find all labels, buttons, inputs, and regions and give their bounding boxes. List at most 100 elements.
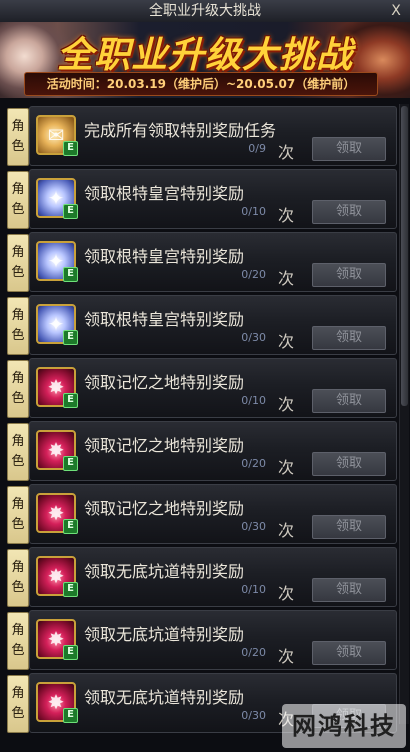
crystal-icon[interactable]: ✸ E	[36, 619, 78, 660]
grade-badge: E	[63, 582, 78, 597]
role-tag-char: 色	[11, 391, 25, 406]
role-tag: 角 色	[7, 675, 29, 733]
claim-button[interactable]: 领取	[312, 641, 386, 665]
role-tag-char: 角	[11, 119, 25, 134]
task-unit: 次	[278, 143, 295, 162]
task-unit: 次	[278, 206, 295, 225]
task-unit: 次	[278, 647, 295, 666]
claim-button[interactable]: 领取	[312, 326, 386, 350]
role-tag-char: 色	[11, 454, 25, 469]
crystal-icon[interactable]: ✸ E	[36, 682, 78, 723]
role-tag-char: 色	[11, 265, 25, 280]
grade-badge: E	[63, 519, 78, 534]
role-tag-char: 角	[11, 497, 25, 512]
task-row: 角 色 ✉ E 完成所有领取特别奖励任务 0/9 次 领取	[3, 104, 397, 166]
role-tag: 角 色	[7, 234, 29, 292]
claim-button[interactable]: 领取	[312, 515, 386, 539]
event-banner: 全职业升级大挑战 活动时间：20.03.19（维护后）~20.05.07（维护前…	[0, 22, 410, 98]
role-tag: 角 色	[7, 486, 29, 544]
scrollbar[interactable]	[399, 104, 409, 724]
role-tag: 角 色	[7, 423, 29, 481]
claim-button[interactable]: 领取	[312, 389, 386, 413]
task-progress: 0/10	[241, 394, 266, 407]
grade-badge: E	[63, 330, 78, 345]
task-unit: 次	[278, 458, 295, 477]
task-panel: ✦ E 领取根特皇宫特别奖励 0/10 次 领取	[29, 169, 397, 229]
task-name: 领取无底坑道特别奖励	[84, 562, 245, 581]
task-row: 角 色 ✦ E 领取根特皇宫特别奖励 0/10 次 领取	[3, 167, 397, 229]
task-row: 角 色 ✸ E 领取记忆之地特别奖励 0/20 次 领取	[3, 419, 397, 481]
task-name: 领取记忆之地特别奖励	[84, 436, 245, 455]
task-progress: 0/30	[241, 331, 266, 344]
crystal-icon[interactable]: ✸ E	[36, 367, 78, 408]
crystal-icon[interactable]: ✸ E	[36, 430, 78, 471]
grade-badge: E	[63, 645, 78, 660]
role-tag-char: 色	[11, 517, 25, 532]
close-button[interactable]: X	[388, 3, 404, 19]
task-progress: 0/20	[241, 646, 266, 659]
ticket-icon[interactable]: ✦ E	[36, 241, 78, 282]
role-tag-char: 角	[11, 560, 25, 575]
window-titlebar: 全职业升级大挑战 X	[0, 0, 410, 23]
task-panel: ✉ E 完成所有领取特别奖励任务 0/9 次 领取	[29, 106, 397, 166]
claim-button[interactable]: 领取	[312, 200, 386, 224]
scroll-icon[interactable]: ✉ E	[36, 115, 78, 156]
grade-badge: E	[63, 141, 78, 156]
task-progress: 0/20	[241, 268, 266, 281]
task-unit: 次	[278, 269, 295, 288]
task-row: 角 色 ✸ E 领取记忆之地特别奖励 0/30 次 领取	[3, 482, 397, 544]
role-tag-char: 角	[11, 686, 25, 701]
task-panel: ✸ E 领取记忆之地特别奖励 0/10 次 领取	[29, 358, 397, 418]
task-unit: 次	[278, 521, 295, 540]
task-unit: 次	[278, 332, 295, 351]
role-tag-char: 色	[11, 328, 25, 343]
task-panel: ✸ E 领取无底坑道特别奖励 0/20 次 领取	[29, 610, 397, 670]
ticket-icon[interactable]: ✦ E	[36, 304, 78, 345]
crystal-icon[interactable]: ✸ E	[36, 556, 78, 597]
task-panel: ✸ E 领取无底坑道特别奖励 0/10 次 领取	[29, 547, 397, 607]
task-row: 角 色 ✸ E 领取无底坑道特别奖励 0/20 次 领取	[3, 608, 397, 670]
task-progress: 0/30	[241, 520, 266, 533]
claim-button[interactable]: 领取	[312, 263, 386, 287]
role-tag-char: 色	[11, 202, 25, 217]
claim-button[interactable]: 领取	[312, 578, 386, 602]
role-tag: 角 色	[7, 549, 29, 607]
claim-button[interactable]: 领取	[312, 137, 386, 161]
task-panel: ✸ E 领取记忆之地特别奖励 0/20 次 领取	[29, 421, 397, 481]
role-tag: 角 色	[7, 297, 29, 355]
task-row: 角 色 ✦ E 领取根特皇宫特别奖励 0/20 次 领取	[3, 230, 397, 292]
crystal-icon[interactable]: ✸ E	[36, 493, 78, 534]
task-name: 领取根特皇宫特别奖励	[84, 184, 245, 203]
role-tag: 角 色	[7, 171, 29, 229]
task-name: 领取根特皇宫特别奖励	[84, 247, 245, 266]
event-period: 活动时间：20.03.19（维护后）~20.05.07（维护前）	[24, 72, 378, 96]
task-name: 领取记忆之地特别奖励	[84, 499, 245, 518]
task-list: 角 色 ✉ E 完成所有领取特别奖励任务 0/9 次 领取 角 色 ✦ E 领取…	[3, 104, 397, 734]
task-progress: 0/10	[241, 205, 266, 218]
ticket-icon[interactable]: ✦ E	[36, 178, 78, 219]
task-progress: 0/9	[248, 142, 266, 155]
claim-button[interactable]: 领取	[312, 452, 386, 476]
role-tag-char: 色	[11, 580, 25, 595]
grade-badge: E	[63, 708, 78, 723]
grade-badge: E	[63, 456, 78, 471]
watermark: 网鸿科技	[282, 704, 406, 748]
task-name: 领取无底坑道特别奖励	[84, 688, 245, 707]
task-name: 领取无底坑道特别奖励	[84, 625, 245, 644]
scroll-thumb[interactable]	[401, 106, 408, 406]
role-tag-char: 色	[11, 139, 25, 154]
role-tag: 角 色	[7, 612, 29, 670]
grade-badge: E	[63, 204, 78, 219]
task-progress: 0/20	[241, 457, 266, 470]
task-panel: ✦ E 领取根特皇宫特别奖励 0/20 次 领取	[29, 232, 397, 292]
role-tag-char: 角	[11, 371, 25, 386]
grade-badge: E	[63, 393, 78, 408]
task-progress: 0/30	[241, 709, 266, 722]
grade-badge: E	[63, 267, 78, 282]
task-name: 完成所有领取特别奖励任务	[84, 121, 277, 140]
role-tag-char: 角	[11, 308, 25, 323]
role-tag-char: 色	[11, 643, 25, 658]
task-name: 领取记忆之地特别奖励	[84, 373, 245, 392]
role-tag-char: 角	[11, 245, 25, 260]
task-panel: ✸ E 领取记忆之地特别奖励 0/30 次 领取	[29, 484, 397, 544]
